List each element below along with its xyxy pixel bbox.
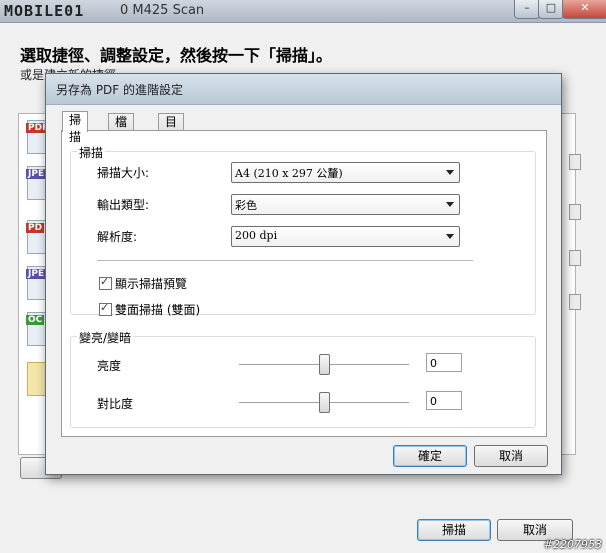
tab-file[interactable]: 檔案: [108, 113, 135, 146]
contrast-slider-thumb[interactable]: [319, 392, 330, 413]
dialog-cancel-button[interactable]: 取消: [474, 445, 548, 467]
scroll-marker: [569, 154, 581, 170]
dialog-title: 另存為 PDF 的進階設定: [56, 83, 184, 97]
tab-scan[interactable]: 掃描: [62, 111, 89, 144]
maximize-button[interactable]: □: [538, 0, 564, 19]
scan-size-select[interactable]: A4 (210 x 297 公釐): [231, 162, 460, 183]
tab-destination[interactable]: 目的地: [158, 113, 185, 163]
brightness-value-input[interactable]: 0: [426, 353, 462, 372]
resolution-label: 解析度:: [97, 230, 138, 244]
resolution-select[interactable]: 200 dpi: [231, 226, 460, 247]
scan-tab-panel: 掃描 掃描大小: A4 (210 x 297 公釐) 輸出類型: 彩色 解析度:…: [61, 130, 547, 437]
checkmark-icon: ✓: [100, 275, 110, 288]
advanced-settings-dialog: 另存為 PDF 的進階設定 掃描 檔案 目的地 掃描 掃描大小: A4 (210…: [45, 73, 562, 475]
dialog-title-bar: 另存為 PDF 的進階設定: [46, 74, 561, 105]
watermark-id: #2207953: [543, 538, 602, 551]
chevron-down-icon: [446, 202, 454, 207]
duplex-label[interactable]: 雙面掃描 (雙面): [115, 301, 200, 318]
scroll-marker: [569, 250, 581, 266]
main-title-bar: MOBILE01 0 M425 Scan – □ ✕: [0, 0, 606, 23]
chevron-down-icon: [446, 234, 454, 239]
duplex-checkbox[interactable]: ✓: [99, 301, 112, 316]
brightness-slider-thumb[interactable]: [319, 354, 330, 375]
scan-settings-group: 掃描 掃描大小: A4 (210 x 297 公釐) 輸出類型: 彩色 解析度:…: [70, 144, 536, 318]
group-title-brightness: 變亮/變暗: [77, 329, 134, 346]
main-window-title: 0 M425 Scan: [120, 3, 205, 18]
scan-button[interactable]: 掃描: [417, 519, 491, 541]
close-button[interactable]: ✕: [562, 0, 606, 19]
minimize-button[interactable]: –: [514, 0, 540, 19]
checkmark-icon: ✓: [100, 301, 110, 314]
brightness-label: 亮度: [97, 359, 122, 373]
main-instruction: 選取捷徑、調整設定，然後按一下「掃描」。: [20, 46, 333, 65]
scroll-marker: [569, 294, 581, 310]
watermark-logo: MOBILE01: [4, 2, 85, 20]
output-type-select[interactable]: 彩色: [231, 194, 460, 215]
output-type-label: 輸出類型:: [97, 198, 150, 212]
contrast-label: 對比度: [97, 397, 134, 411]
chevron-down-icon: [446, 170, 454, 175]
brightness-group: 變亮/變暗 亮度 0 對比度 0: [70, 329, 536, 428]
divider: [97, 260, 473, 262]
group-title-scan: 掃描: [77, 144, 106, 161]
ok-button[interactable]: 確定: [393, 445, 467, 467]
contrast-value-input[interactable]: 0: [426, 391, 462, 410]
scroll-marker: [569, 204, 581, 220]
scan-size-label: 掃描大小:: [97, 166, 150, 180]
show-preview-checkbox[interactable]: ✓: [99, 275, 112, 290]
show-preview-label[interactable]: 顯示掃描預覽: [115, 275, 187, 292]
